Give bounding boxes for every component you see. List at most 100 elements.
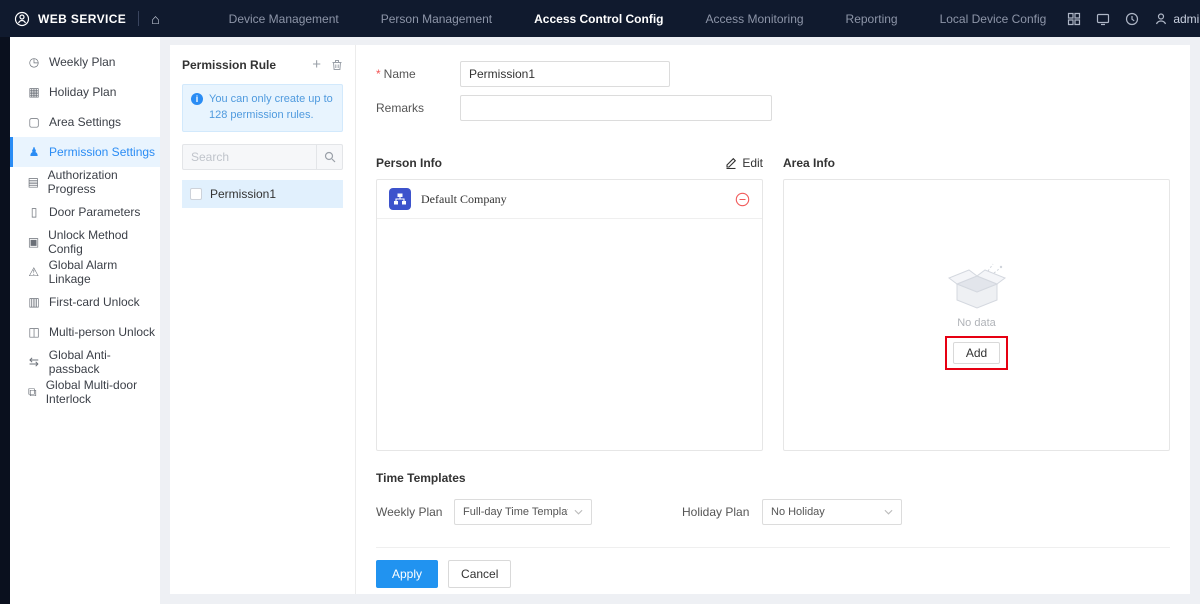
sidebar-item-door-parameters[interactable]: ▯ Door Parameters (10, 197, 160, 227)
sidebar-item-label: Permission Settings (49, 145, 155, 159)
rule-list-item[interactable]: Permission1 (182, 180, 343, 208)
person-info-section: Person Info Edit (376, 151, 763, 451)
topbar-right: admin (1067, 12, 1200, 26)
rule-name: Permission1 (210, 187, 276, 201)
sidebar-item-global-multi-door-interlock[interactable]: ⧉ Global Multi-door Interlock (10, 377, 160, 407)
brand-separator (138, 11, 139, 26)
sidebar-item-label: Global Anti-passback (49, 348, 160, 376)
sidebar: ◷ Weekly Plan ▦ Holiday Plan ▢ Area Sett… (10, 37, 160, 604)
area-info-title: Area Info (783, 156, 835, 170)
sidebar-item-label: Multi-person Unlock (49, 325, 155, 339)
remarks-input[interactable] (460, 95, 772, 121)
add-highlight-box: Add (945, 336, 1008, 370)
nav-device-management[interactable]: Device Management (208, 0, 360, 37)
rule-checkbox[interactable] (190, 188, 202, 200)
sidebar-item-global-alarm-linkage[interactable]: ⚠ Global Alarm Linkage (10, 257, 160, 287)
area-info-panel: No data Add (783, 179, 1170, 451)
sidebar-item-label: Holiday Plan (49, 85, 116, 99)
multi-person-icon: ◫ (25, 325, 43, 339)
delete-rule-icon[interactable] (331, 59, 343, 71)
brand: WEB SERVICE ⌂ (0, 11, 174, 27)
info-icon: i (191, 93, 203, 105)
add-rule-icon[interactable]: + (312, 57, 321, 72)
edit-person-button[interactable]: Edit (725, 156, 763, 170)
cancel-button[interactable]: Cancel (448, 560, 511, 588)
app-body: ◷ Weekly Plan ▦ Holiday Plan ▢ Area Sett… (0, 37, 1200, 604)
sidebar-item-first-card-unlock[interactable]: ▥ First-card Unlock (10, 287, 160, 317)
sidebar-item-label: First-card Unlock (49, 295, 140, 309)
sidebar-item-holiday-plan[interactable]: ▦ Holiday Plan (10, 77, 160, 107)
sidebar-item-global-anti-passback[interactable]: ⇆ Global Anti-passback (10, 347, 160, 377)
device-icon[interactable] (1096, 12, 1110, 26)
sidebar-item-label: Unlock Method Config (48, 228, 160, 256)
permission-form: *Name Remarks Person Info (356, 45, 1190, 594)
weekly-plan-label: Weekly Plan (376, 505, 454, 519)
person-info-panel: Default Company (376, 179, 763, 451)
nav-person-management[interactable]: Person Management (360, 0, 513, 37)
user-name: admin (1173, 12, 1200, 26)
authorization-progress-icon: ▤ (25, 175, 42, 189)
apply-button[interactable]: Apply (376, 560, 438, 588)
nav-access-control-config[interactable]: Access Control Config (513, 0, 684, 37)
user-icon (1154, 12, 1168, 26)
sidebar-item-authorization-progress[interactable]: ▤ Authorization Progress (10, 167, 160, 197)
nav-reporting[interactable]: Reporting (825, 0, 919, 37)
alarm-linkage-icon: ⚠ (25, 265, 43, 279)
sidebar-item-weekly-plan[interactable]: ◷ Weekly Plan (10, 47, 160, 77)
home-icon[interactable]: ⌂ (151, 11, 159, 27)
user-menu[interactable]: admin (1154, 12, 1200, 26)
sidebar-item-multi-person-unlock[interactable]: ◫ Multi-person Unlock (10, 317, 160, 347)
holiday-plan-icon: ▦ (25, 85, 43, 99)
weekly-plan-value: Full-day Time Template (463, 506, 568, 518)
brand-name: WEB SERVICE (38, 12, 126, 26)
rule-search-input[interactable] (183, 150, 316, 164)
nav-access-monitoring[interactable]: Access Monitoring (685, 0, 825, 37)
anti-passback-icon: ⇆ (25, 355, 43, 369)
organization-icon (389, 188, 411, 210)
apps-icon[interactable] (1067, 12, 1081, 26)
time-templates-title: Time Templates (376, 471, 1170, 485)
weekly-plan-select[interactable]: Full-day Time Template (454, 499, 592, 525)
pencil-icon (725, 157, 737, 169)
first-card-icon: ▥ (25, 295, 43, 309)
content-outer: Permission Rule + i You can only create … (160, 37, 1200, 604)
edit-label: Edit (742, 156, 763, 170)
permission-settings-icon: ♟ (25, 145, 43, 159)
name-input[interactable] (460, 61, 670, 87)
sidebar-item-label: Global Multi-door Interlock (46, 378, 160, 406)
brand-logo-icon (14, 11, 30, 27)
rule-list: Permission1 (182, 180, 343, 208)
area-info-section: Area Info (783, 151, 1170, 451)
top-navigation: Device Management Person Management Acce… (208, 0, 1068, 37)
holiday-plan-select[interactable]: No Holiday (762, 499, 902, 525)
permission-rule-panel: Permission Rule + i You can only create … (170, 45, 356, 594)
time-templates-section: Time Templates Weekly Plan Full-day Time… (376, 471, 1170, 525)
company-name: Default Company (421, 192, 735, 207)
empty-box-illustration (944, 261, 1010, 313)
rule-limit-notice: i You can only create up to 128 permissi… (182, 84, 343, 132)
sidebar-item-label: Authorization Progress (48, 168, 160, 196)
sidebar-item-permission-settings[interactable]: ♟ Permission Settings (10, 137, 160, 167)
no-data-label: No data (957, 317, 996, 329)
search-icon[interactable] (316, 145, 342, 169)
area-empty-state: No data Add (784, 180, 1169, 450)
chevron-down-icon (574, 509, 583, 515)
sidebar-item-label: Global Alarm Linkage (49, 258, 160, 286)
topbar: WEB SERVICE ⌂ Device Management Person M… (0, 0, 1200, 37)
multi-door-interlock-icon: ⧉ (25, 385, 40, 400)
sidebar-item-unlock-method-config[interactable]: ▣ Unlock Method Config (10, 227, 160, 257)
rule-search (182, 144, 343, 170)
remove-company-icon[interactable] (735, 192, 750, 207)
holiday-plan-value: No Holiday (771, 506, 878, 518)
sidebar-item-area-settings[interactable]: ▢ Area Settings (10, 107, 160, 137)
area-settings-icon: ▢ (25, 115, 43, 129)
nav-local-device-config[interactable]: Local Device Config (919, 0, 1068, 37)
required-mark: * (376, 67, 381, 81)
weekly-plan-icon: ◷ (25, 55, 43, 69)
sidebar-item-label: Door Parameters (49, 205, 140, 219)
sidebar-item-label: Weekly Plan (49, 55, 115, 69)
add-area-button[interactable]: Add (953, 342, 1000, 364)
unlock-method-icon: ▣ (25, 235, 42, 249)
form-footer: Apply Cancel (376, 547, 1170, 600)
history-icon[interactable] (1125, 12, 1139, 26)
